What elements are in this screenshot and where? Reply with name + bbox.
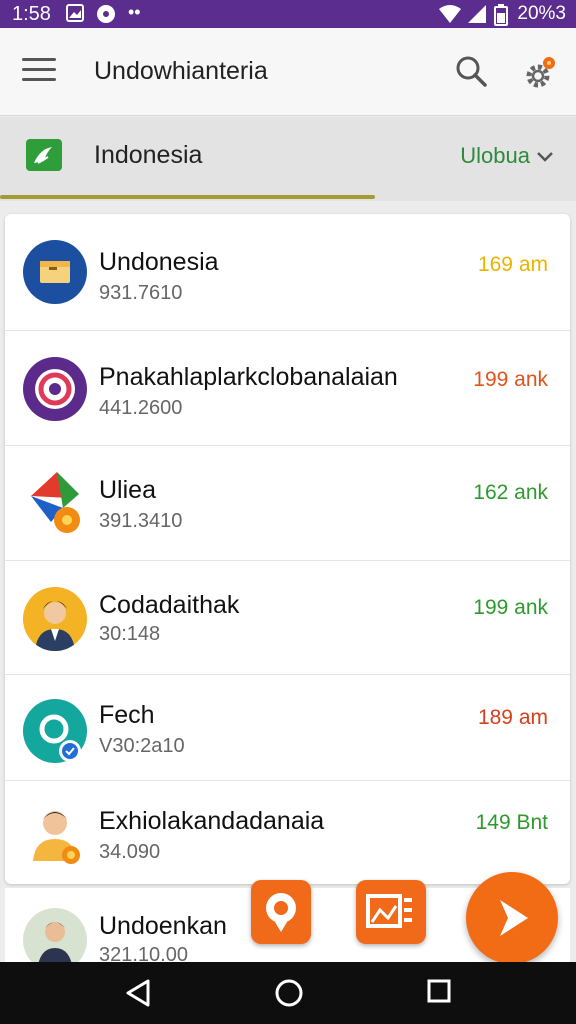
contact-list: Undonesia 931.7610 169 am Pnakahlaplarkc… <box>5 214 570 884</box>
media-button[interactable] <box>356 880 426 944</box>
item-name: Undoenkan <box>99 912 227 940</box>
item-stat: 199 ank <box>473 596 548 619</box>
region-dropdown[interactable]: Ulobua <box>460 143 554 169</box>
country-logo-icon <box>26 139 62 171</box>
item-name: Codadaithak <box>99 591 240 619</box>
person-avatar <box>23 803 87 867</box>
item-stat: 199 ank <box>473 368 548 391</box>
item-name: Uliea <box>99 476 156 504</box>
chat-avatar-icon <box>23 699 87 763</box>
item-stat: 169 am <box>477 253 548 276</box>
country-selector-bar[interactable]: Indonesia Ulobua <box>0 117 576 201</box>
status-battery-text: 20%3 <box>517 3 566 24</box>
country-label: Indonesia <box>94 141 203 169</box>
status-time: 1:58 <box>12 3 51 25</box>
gear-icon[interactable] <box>522 56 558 97</box>
menu-icon[interactable] <box>22 58 56 86</box>
list-item[interactable]: Pnakahlaplarkclobanalaian 441.2600 199 a… <box>5 331 570 446</box>
item-subtitle: 391.3410 <box>99 510 183 532</box>
list-item[interactable]: Uliea 391.3410 162 ank <box>5 446 570 561</box>
home-icon[interactable] <box>274 978 304 1013</box>
more-notifications-icon: •• <box>128 2 141 22</box>
chevron-down-icon <box>537 152 553 162</box>
item-name: Exhiolakandadanaia <box>99 807 325 835</box>
media-icon <box>366 894 412 928</box>
signal-icon <box>466 4 488 29</box>
screen: 1:58 •• 20%3 Undowhianteria Indonesia Ul… <box>0 0 576 1024</box>
send-icon <box>500 900 528 936</box>
map-pin-icon <box>266 893 296 932</box>
region-dropdown-label: Ulobua <box>460 143 530 168</box>
back-icon[interactable] <box>124 978 152 1013</box>
app-notification-icon <box>96 4 116 29</box>
item-name: Pnakahlaplarkclobanalaian <box>99 363 398 391</box>
item-name: Fech <box>99 701 155 729</box>
map-pin-button[interactable] <box>251 880 311 944</box>
refresh-avatar-icon <box>23 357 87 421</box>
list-item[interactable]: Codadaithak 30:148 199 ank <box>5 561 570 675</box>
system-nav-bar <box>0 962 576 1024</box>
status-bar: 1:58 •• 20%3 <box>0 0 576 28</box>
item-subtitle: 30:148 <box>99 623 161 645</box>
app-title: Undowhianteria <box>94 57 268 85</box>
item-subtitle: V30:2a10 <box>99 735 185 757</box>
item-name: Undonesia <box>99 248 219 276</box>
item-subtitle: 931.7610 <box>99 282 183 304</box>
list-item[interactable]: Undonesia 931.7610 169 am <box>5 214 570 331</box>
list-item[interactable]: Exhiolakandadanaia 34.090 149 Bnt <box>5 781 570 884</box>
battery-icon <box>494 4 508 31</box>
person-avatar <box>23 587 87 651</box>
app-bar: Undowhianteria <box>0 28 576 116</box>
item-stat: 149 Bnt <box>475 811 548 834</box>
item-stat: 189 am <box>477 706 548 729</box>
search-icon[interactable] <box>454 54 488 93</box>
wifi-icon <box>438 4 462 29</box>
list-item[interactable]: Fech V30:2a10 189 am <box>5 675 570 781</box>
item-subtitle: 441.2600 <box>99 397 183 419</box>
folder-avatar-icon <box>23 240 87 304</box>
recents-icon[interactable] <box>426 978 452 1009</box>
shapes-avatar-icon <box>23 468 87 533</box>
item-subtitle: 34.090 <box>99 841 161 863</box>
active-indicator <box>0 195 375 199</box>
send-fab-button[interactable] <box>466 872 558 964</box>
item-stat: 162 ank <box>473 481 548 504</box>
image-notification-icon <box>66 4 84 27</box>
